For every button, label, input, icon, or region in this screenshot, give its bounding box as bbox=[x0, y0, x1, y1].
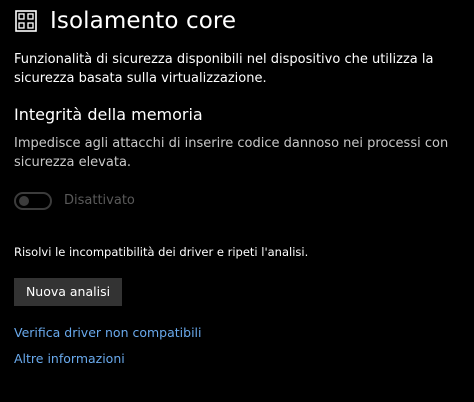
page-title: Isolamento core bbox=[50, 8, 237, 34]
toggle-knob bbox=[19, 196, 29, 206]
more-info-link[interactable]: Altre informazioni bbox=[14, 350, 125, 368]
toggle-state-label: Disattivato bbox=[64, 193, 135, 208]
core-isolation-icon bbox=[14, 9, 38, 33]
driver-incompatibility-text: Risolvi le incompatibilità dei driver e … bbox=[14, 245, 309, 259]
memory-integrity-toggle-row: Disattivato bbox=[14, 192, 135, 210]
page-header: Isolamento core bbox=[14, 6, 236, 36]
memory-integrity-toggle[interactable] bbox=[14, 192, 52, 210]
new-scan-button[interactable]: Nuova analisi bbox=[14, 278, 122, 306]
check-drivers-link[interactable]: Verifica driver non compatibili bbox=[14, 324, 202, 342]
memory-integrity-title: Integrità della memoria bbox=[14, 105, 203, 124]
memory-integrity-description: Impedisce agli attacchi di inserire codi… bbox=[14, 136, 449, 170]
page-description: Funzionalità di sicurezza disponibili ne… bbox=[14, 52, 434, 86]
